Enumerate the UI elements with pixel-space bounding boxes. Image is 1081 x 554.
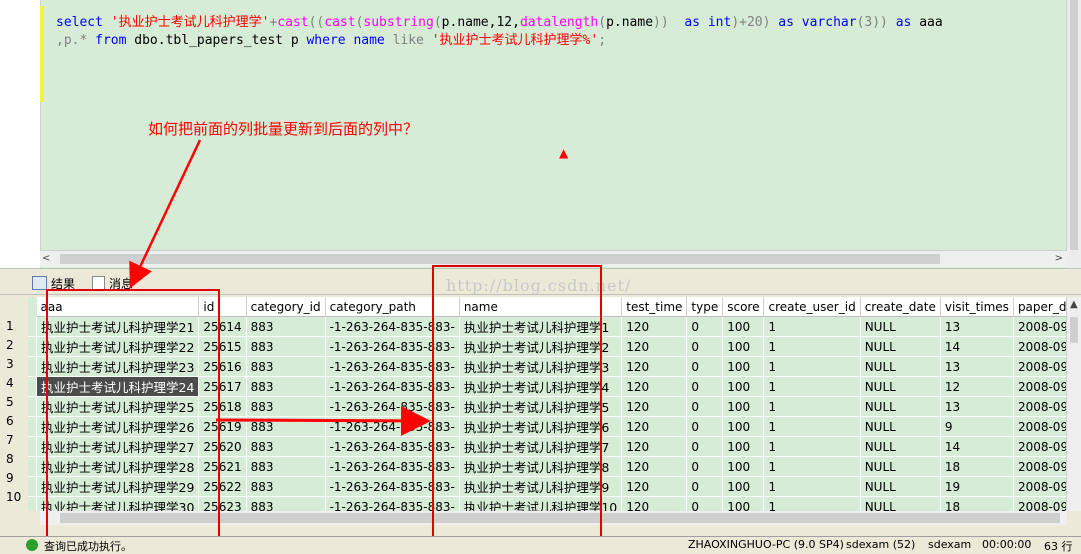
- status-time: 00:00:00: [982, 538, 1032, 551]
- status-rows: 63 行: [1044, 540, 1073, 553]
- arrow-to-source: [129, 139, 202, 289]
- status-message: 查询已成功执行。: [44, 540, 132, 553]
- status-server: ZHAOXINGHUO-PC (9.0 SP4): [688, 538, 844, 551]
- status-bar: 查询已成功执行。 ZHAOXINGHUO-PC (9.0 SP4) sdexam…: [0, 536, 1081, 553]
- arrow-to-target: [215, 405, 431, 436]
- status-user: sdexam (52): [846, 538, 916, 551]
- annotation-arrows: [129, 139, 431, 436]
- success-icon: [26, 539, 38, 551]
- status-database: sdexam: [928, 538, 972, 551]
